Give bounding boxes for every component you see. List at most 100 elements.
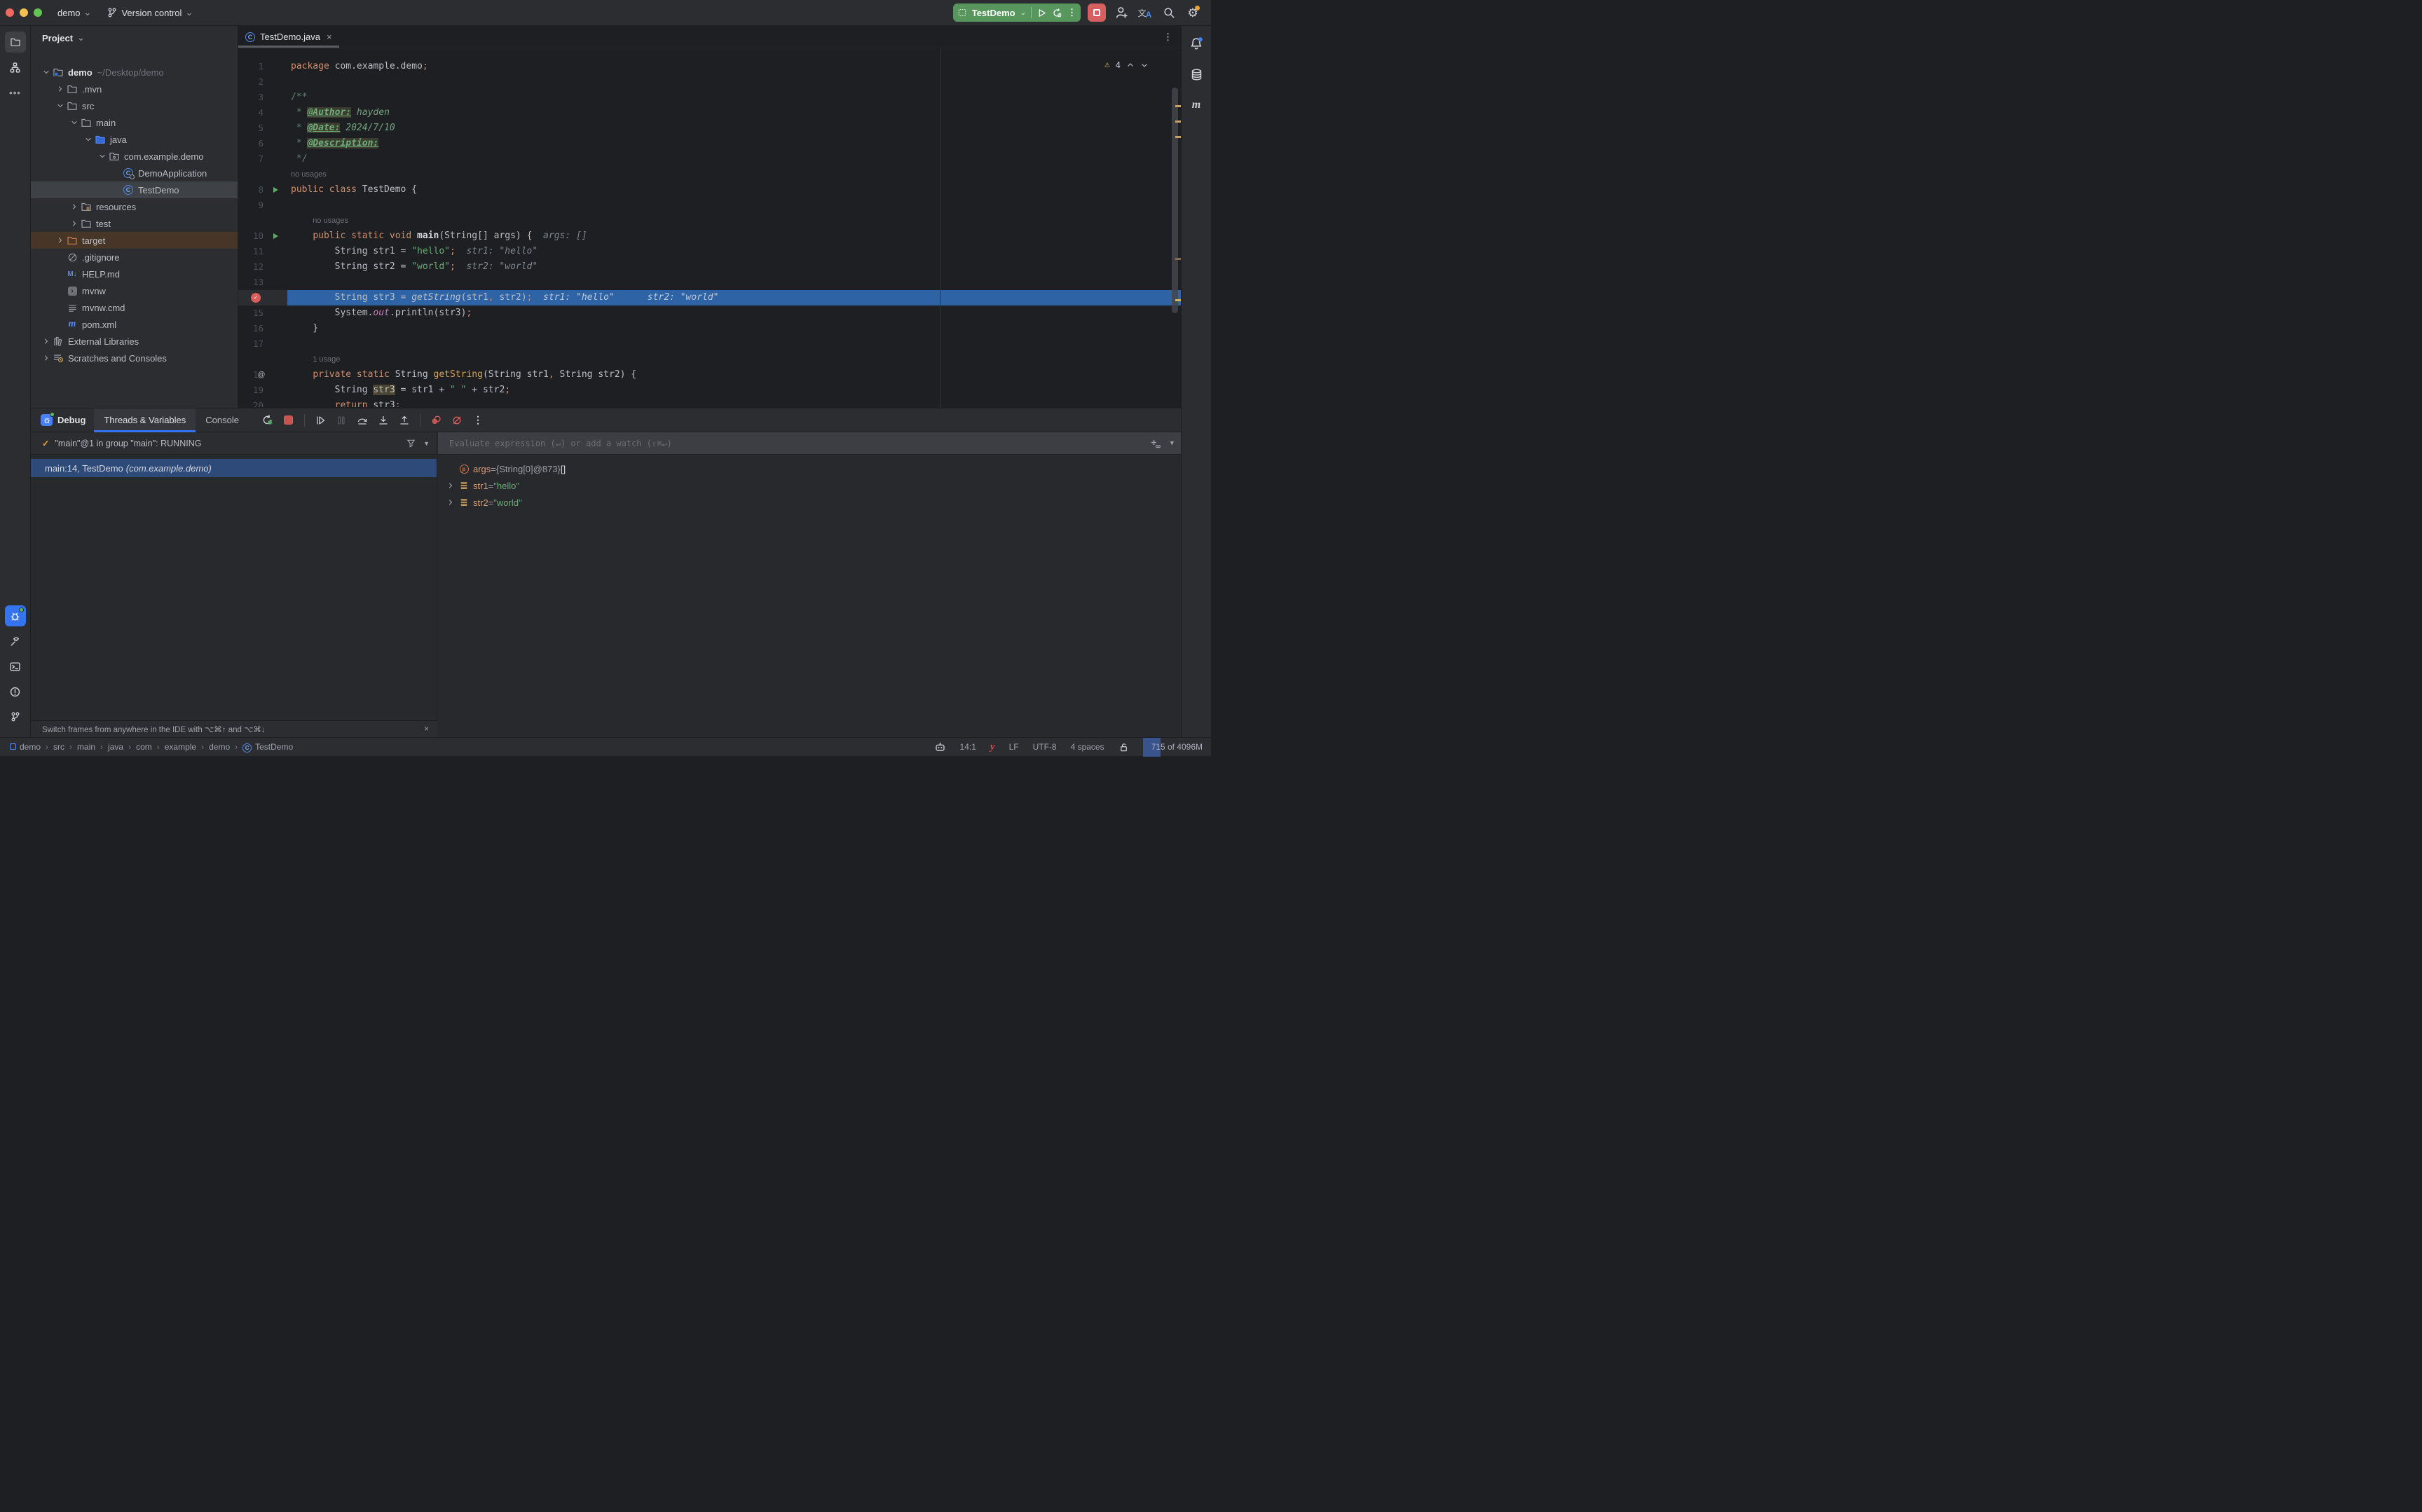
code-line-16[interactable]: 16 } <box>238 321 1181 336</box>
tree-item-resources[interactable]: resources <box>31 198 238 215</box>
stack-frame-row[interactable]: main:14, TestDemo(com.example.demo) <box>31 459 437 477</box>
code-line-5[interactable]: 5 * @Date: 2024/7/10 <box>238 121 1181 136</box>
problems-tool-button[interactable] <box>5 681 26 702</box>
watch-dropdown-icon[interactable]: ▼ <box>1170 440 1174 447</box>
tree-item-demo[interactable]: demo~/Desktop/demo <box>31 64 238 81</box>
code-line-9[interactable]: 9 <box>238 198 1181 213</box>
notifications-icon[interactable] <box>1186 33 1207 54</box>
traffic-zoom-button[interactable] <box>34 8 42 17</box>
editor-options-menu[interactable]: ⋮ <box>1163 32 1172 43</box>
code-editor[interactable]: 1package com.example.demo;23/**4 * @Auth… <box>238 48 1181 408</box>
translate-button[interactable]: 文A <box>1137 4 1154 21</box>
tree-expand-icon[interactable] <box>41 354 52 362</box>
project-panel-header[interactable]: Project ⌄ <box>31 26 238 50</box>
breadcrumb-demo[interactable]: demo <box>209 742 230 752</box>
tree-item-testdemo[interactable]: CTestDemo <box>31 181 238 198</box>
resume-button[interactable] <box>311 411 329 429</box>
maven-tool-button[interactable]: m <box>1186 95 1207 116</box>
code-line-1[interactable]: 1package com.example.demo; <box>238 59 1181 74</box>
code-line-20[interactable]: 20 return str3; <box>238 398 1181 407</box>
tree-item-help-md[interactable]: M↓HELP.md <box>31 266 238 282</box>
inspections-widget[interactable]: ⚠ 4 <box>1104 60 1149 70</box>
code-line-17[interactable]: 17 <box>238 336 1181 352</box>
build-tool-button[interactable] <box>5 631 26 652</box>
code-line-19[interactable]: 19 String str3 = str1 + " " + str2; <box>238 383 1181 398</box>
tree-item-external-libraries[interactable]: External Libraries <box>31 333 238 350</box>
project-tool-button[interactable] <box>5 32 26 53</box>
structure-tool-button[interactable] <box>5 57 26 78</box>
run-button[interactable] <box>1036 8 1047 18</box>
tree-item--gitignore[interactable]: .gitignore <box>31 249 238 266</box>
stripe-mark[interactable] <box>1175 105 1181 107</box>
tree-item-main[interactable]: main <box>31 114 238 131</box>
stripe-mark[interactable] <box>1175 299 1181 301</box>
breadcrumb-java[interactable]: java <box>108 742 123 752</box>
breadcrumb-src[interactable]: src <box>53 742 64 752</box>
variable-row-args[interactable]: pargs = {String[0]@873} [] <box>438 460 1181 477</box>
version-control-menu[interactable]: Version control⌄ <box>107 7 193 18</box>
breakpoint-icon[interactable]: ✓ <box>251 293 261 303</box>
next-warning-icon[interactable] <box>1140 61 1149 69</box>
memory-indicator[interactable]: 715 of 4096M <box>1143 738 1211 757</box>
tree-collapse-icon[interactable] <box>55 102 66 110</box>
traffic-close-button[interactable] <box>6 8 14 17</box>
tree-item-src[interactable]: src <box>31 97 238 114</box>
status-item[interactable]: UTF-8 <box>1033 742 1057 752</box>
terminal-tool-button[interactable] <box>5 656 26 677</box>
tree-expand-icon[interactable] <box>41 337 52 345</box>
lock-icon[interactable] <box>1118 742 1129 752</box>
code-line-15[interactable]: 15 System.out.println(str3); <box>238 305 1181 321</box>
code-line-6[interactable]: 6 * @Description: <box>238 136 1181 151</box>
rerun-debug-button[interactable] <box>1052 8 1062 18</box>
breadcrumb-main[interactable]: main <box>77 742 95 752</box>
tree-item-pom-xml[interactable]: mpom.xml <box>31 316 238 333</box>
highlighting-level-icon[interactable]: y <box>990 741 995 753</box>
tree-item-mvnw-cmd[interactable]: mvnw.cmd <box>31 299 238 316</box>
tree-collapse-icon[interactable] <box>97 152 108 160</box>
step-out-button[interactable] <box>395 411 413 429</box>
tree-expand-icon[interactable] <box>55 236 66 245</box>
project-menu[interactable]: demo⌄ <box>57 7 91 18</box>
tree-item--mvn[interactable]: .mvn <box>31 81 238 97</box>
status-item[interactable]: 14:1 <box>960 742 976 752</box>
tree-item-target[interactable]: target <box>31 232 238 249</box>
variable-row-str2[interactable]: str2 = "world" <box>438 494 1181 511</box>
tab-testdemo-java[interactable]: C TestDemo.java × <box>238 26 339 48</box>
code-line-7[interactable]: 7 */ <box>238 151 1181 167</box>
close-banner-icon[interactable]: × <box>424 725 429 734</box>
tab-threads-variables[interactable]: Threads & Variables <box>94 408 196 432</box>
run-more-menu[interactable]: ⋮ <box>1067 7 1076 18</box>
status-item[interactable]: 4 spaces <box>1071 742 1104 752</box>
run-line-icon[interactable] <box>268 228 283 244</box>
expand-variable-icon[interactable] <box>444 498 458 507</box>
tree-collapse-icon[interactable] <box>83 135 94 144</box>
mute-breakpoints-button[interactable] <box>448 411 466 429</box>
stripe-mark[interactable] <box>1175 136 1181 138</box>
view-breakpoints-button[interactable] <box>427 411 445 429</box>
code-line-3[interactable]: 3/** <box>238 90 1181 105</box>
code-line-18[interactable]: 18@ private static String getString(Stri… <box>238 367 1181 383</box>
thread-status-bar[interactable]: ✓ "main"@1 in group "main": RUNNING ▼ <box>31 432 437 455</box>
breadcrumb-testdemo[interactable]: CTestDemo <box>242 742 293 752</box>
debug-tool-button[interactable] <box>5 605 26 626</box>
tree-item-demoapplication[interactable]: CDemoApplication <box>31 165 238 181</box>
add-watch-icon[interactable] <box>1149 438 1161 449</box>
code-line-11[interactable]: 11 String str1 = "hello"; str1: "hello" <box>238 244 1181 259</box>
code-line-14[interactable]: ✓ String str3 = getString(str1, str2); s… <box>238 290 1181 305</box>
git-tool-button[interactable] <box>5 706 26 727</box>
tree-item-mvnw[interactable]: ›mvnw <box>31 282 238 299</box>
code-line-8[interactable]: 8public class TestDemo { <box>238 182 1181 198</box>
ai-assistant-icon[interactable] <box>934 741 946 753</box>
add-user-button[interactable] <box>1113 4 1130 21</box>
evaluate-expression-bar[interactable]: Evaluate expression (↵) or add a watch (… <box>438 432 1181 455</box>
step-into-button[interactable] <box>374 411 392 429</box>
breadcrumb-example[interactable]: example <box>165 742 196 752</box>
search-button[interactable] <box>1161 4 1177 21</box>
status-item[interactable]: LF <box>1009 742 1019 752</box>
run-line-icon[interactable] <box>268 182 283 198</box>
database-tool-button[interactable] <box>1186 64 1207 85</box>
thread-dropdown-icon[interactable]: ▼ <box>423 440 430 447</box>
expand-variable-icon[interactable] <box>444 481 458 490</box>
more-tools-button[interactable]: ••• <box>5 82 26 103</box>
pause-button[interactable] <box>332 411 350 429</box>
